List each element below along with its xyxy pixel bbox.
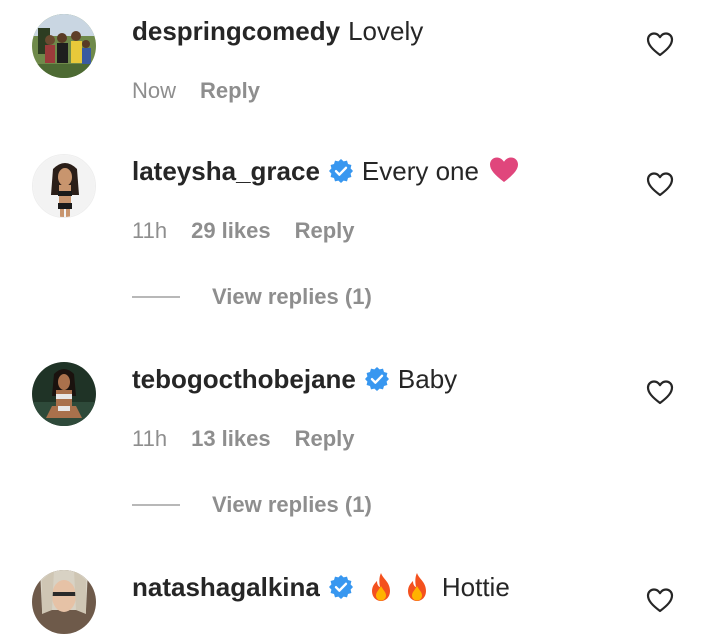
heart-outline-icon[interactable] <box>646 171 674 197</box>
reply-button[interactable]: Reply <box>295 218 355 244</box>
comment-text: Hottie <box>441 571 510 602</box>
avatar[interactable] <box>32 14 96 78</box>
comment-username[interactable]: tebogocthobejane <box>132 364 356 395</box>
verified-badge-icon <box>328 574 354 600</box>
comment-username[interactable]: natashagalkina <box>132 572 320 603</box>
comment-time: 11h <box>132 218 168 243</box>
comment-meta: Now Reply <box>132 78 260 104</box>
pink-heart-emoji <box>489 156 519 186</box>
comment-time: Now <box>132 78 177 103</box>
view-replies-button[interactable]: View replies (1) <box>132 492 372 518</box>
fire-emoji <box>404 572 430 602</box>
reply-button[interactable]: Reply <box>295 426 355 452</box>
comment-line: despringcomedy Lovely <box>132 14 423 48</box>
heart-outline-icon[interactable] <box>646 379 674 405</box>
replies-divider <box>132 296 180 298</box>
replies-divider <box>132 504 180 506</box>
comment-text: Every one <box>361 155 479 186</box>
view-replies-label[interactable]: View replies (1) <box>212 492 372 518</box>
avatar[interactable] <box>32 154 96 218</box>
reply-button[interactable]: Reply <box>200 78 260 104</box>
comment-likes[interactable]: 13 likes <box>191 426 271 452</box>
comment-likes[interactable]: 29 likes <box>191 218 271 244</box>
verified-badge-icon <box>328 158 354 184</box>
view-replies-button[interactable]: View replies (1) <box>132 284 372 310</box>
fire-emoji <box>368 572 394 602</box>
comment-line: tebogocthobejane Baby <box>132 362 457 396</box>
comment-text: Lovely <box>348 15 424 46</box>
avatar[interactable] <box>32 570 96 634</box>
comment-line: lateysha_grace Every one <box>132 154 519 188</box>
comment-line: natashagalkina Hottie <box>132 570 510 604</box>
heart-outline-icon[interactable] <box>646 587 674 613</box>
view-replies-label[interactable]: View replies (1) <box>212 284 372 310</box>
comment-time: 11h <box>132 426 168 451</box>
comment-meta: 11h 13 likes Reply <box>132 426 355 452</box>
heart-outline-icon[interactable] <box>646 31 674 57</box>
comment-meta: 11h 29 likes Reply <box>132 218 355 244</box>
verified-badge-icon <box>364 366 390 392</box>
comment-username[interactable]: despringcomedy <box>132 16 340 47</box>
comment-text: Baby <box>397 363 458 394</box>
comment-username[interactable]: lateysha_grace <box>132 156 320 187</box>
avatar[interactable] <box>32 362 96 426</box>
